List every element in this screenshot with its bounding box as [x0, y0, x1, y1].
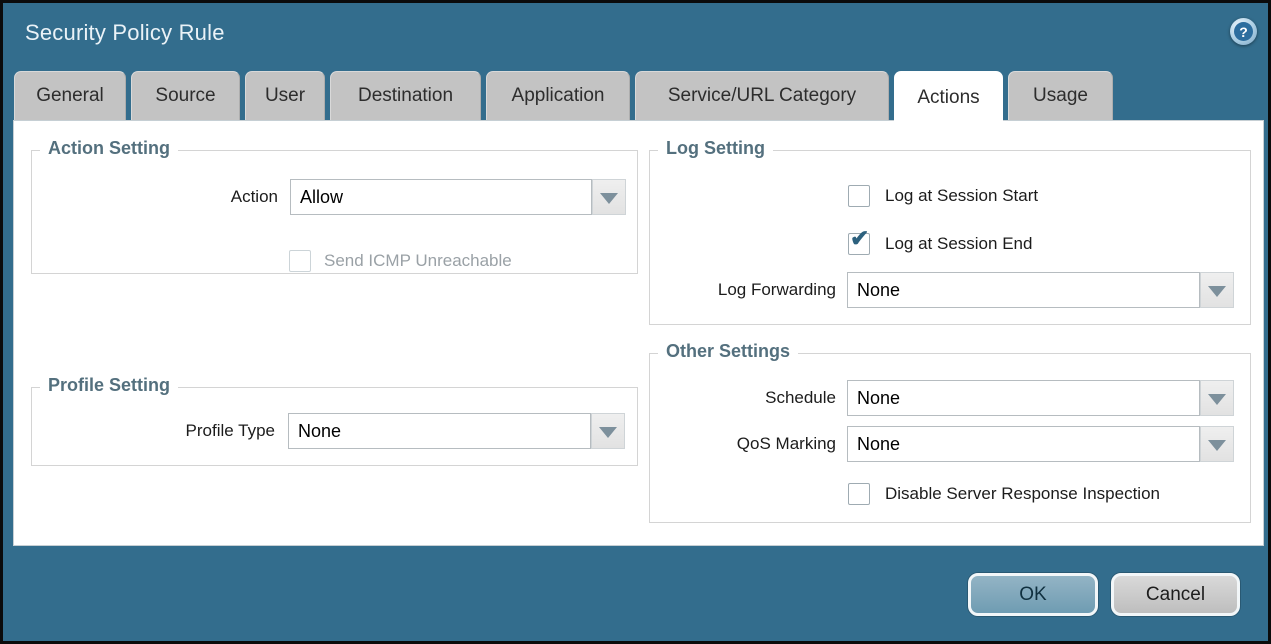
profile-setting-group: Profile Setting Profile Type None — [31, 387, 638, 466]
action-setting-legend: Action Setting — [40, 138, 178, 159]
dialog-title: Security Policy Rule — [25, 20, 225, 46]
tab-label: Application — [512, 85, 605, 107]
log-forwarding-label: Log Forwarding — [650, 272, 836, 308]
send-icmp-unreachable-label: Send ICMP Unreachable — [324, 250, 512, 272]
tab-user[interactable]: User — [245, 71, 325, 120]
qos-marking-dropdown[interactable]: None — [847, 426, 1200, 462]
help-icon[interactable]: ? — [1230, 18, 1257, 45]
cancel-button[interactable]: Cancel — [1111, 573, 1240, 616]
qos-marking-label: QoS Marking — [650, 426, 836, 462]
profile-type-label: Profile Type — [32, 413, 275, 449]
tab-label: Actions — [917, 87, 979, 109]
action-label: Action — [32, 179, 278, 215]
log-setting-group: Log Setting ✔ Log at Session Start ✔ Log… — [649, 150, 1251, 325]
log-forwarding-dropdown-value: None — [857, 280, 900, 301]
security-policy-rule-dialog: Security Policy Rule ? General Source Us… — [0, 0, 1271, 644]
tab-general[interactable]: General — [14, 71, 126, 120]
action-dropdown-button[interactable] — [592, 179, 626, 215]
log-at-session-end-checkbox[interactable]: ✔ — [848, 233, 870, 255]
chevron-down-icon — [600, 193, 618, 204]
action-dropdown-value: Allow — [300, 187, 343, 208]
tab-label: Source — [155, 85, 215, 107]
tab-label: Destination — [358, 85, 453, 107]
tab-label: General — [36, 85, 104, 107]
actions-tab-panel: Action Setting Action Allow ✔ Send ICMP … — [13, 120, 1264, 546]
send-icmp-unreachable-checkbox: ✔ — [289, 250, 311, 272]
chevron-down-icon — [1208, 286, 1226, 297]
qos-marking-dropdown-button[interactable] — [1200, 426, 1234, 462]
log-forwarding-dropdown[interactable]: None — [847, 272, 1200, 308]
disable-server-response-inspection-checkbox[interactable]: ✔ — [848, 483, 870, 505]
checkmark-icon: ✔ — [850, 227, 869, 250]
schedule-dropdown-value: None — [857, 388, 900, 409]
tab-label: User — [265, 85, 305, 107]
other-settings-group: Other Settings Schedule None QoS Marking… — [649, 353, 1251, 523]
tab-label: Service/URL Category — [668, 85, 856, 107]
profile-type-dropdown[interactable]: None — [288, 413, 591, 449]
action-setting-group: Action Setting Action Allow ✔ Send ICMP … — [31, 150, 638, 274]
tab-service-url-category[interactable]: Service/URL Category — [635, 71, 889, 120]
tab-usage[interactable]: Usage — [1008, 71, 1113, 120]
profile-setting-legend: Profile Setting — [40, 375, 178, 396]
ok-button-label: OK — [1019, 584, 1046, 606]
disable-server-response-inspection-label: Disable Server Response Inspection — [885, 483, 1160, 505]
log-at-session-start-checkbox[interactable]: ✔ — [848, 185, 870, 207]
tab-label: Usage — [1033, 85, 1088, 107]
tab-bar: General Source User Destination Applicat… — [3, 71, 1268, 120]
chevron-down-icon — [1208, 394, 1226, 405]
profile-type-dropdown-value: None — [298, 421, 341, 442]
qos-marking-dropdown-value: None — [857, 434, 900, 455]
tab-destination[interactable]: Destination — [330, 71, 481, 120]
log-at-session-start-label: Log at Session Start — [885, 185, 1038, 207]
action-dropdown[interactable]: Allow — [290, 179, 592, 215]
schedule-label: Schedule — [650, 380, 836, 416]
log-setting-legend: Log Setting — [658, 138, 773, 159]
profile-type-dropdown-button[interactable] — [591, 413, 625, 449]
other-settings-legend: Other Settings — [658, 341, 798, 362]
ok-button[interactable]: OK — [968, 573, 1098, 616]
chevron-down-icon — [1208, 440, 1226, 451]
schedule-dropdown[interactable]: None — [847, 380, 1200, 416]
log-forwarding-dropdown-button[interactable] — [1200, 272, 1234, 308]
tab-source[interactable]: Source — [131, 71, 240, 120]
tab-actions[interactable]: Actions — [894, 71, 1003, 123]
question-mark-glyph: ? — [1234, 22, 1253, 41]
cancel-button-label: Cancel — [1146, 584, 1205, 606]
tab-application[interactable]: Application — [486, 71, 630, 120]
chevron-down-icon — [599, 427, 617, 438]
log-at-session-end-label: Log at Session End — [885, 233, 1032, 255]
schedule-dropdown-button[interactable] — [1200, 380, 1234, 416]
